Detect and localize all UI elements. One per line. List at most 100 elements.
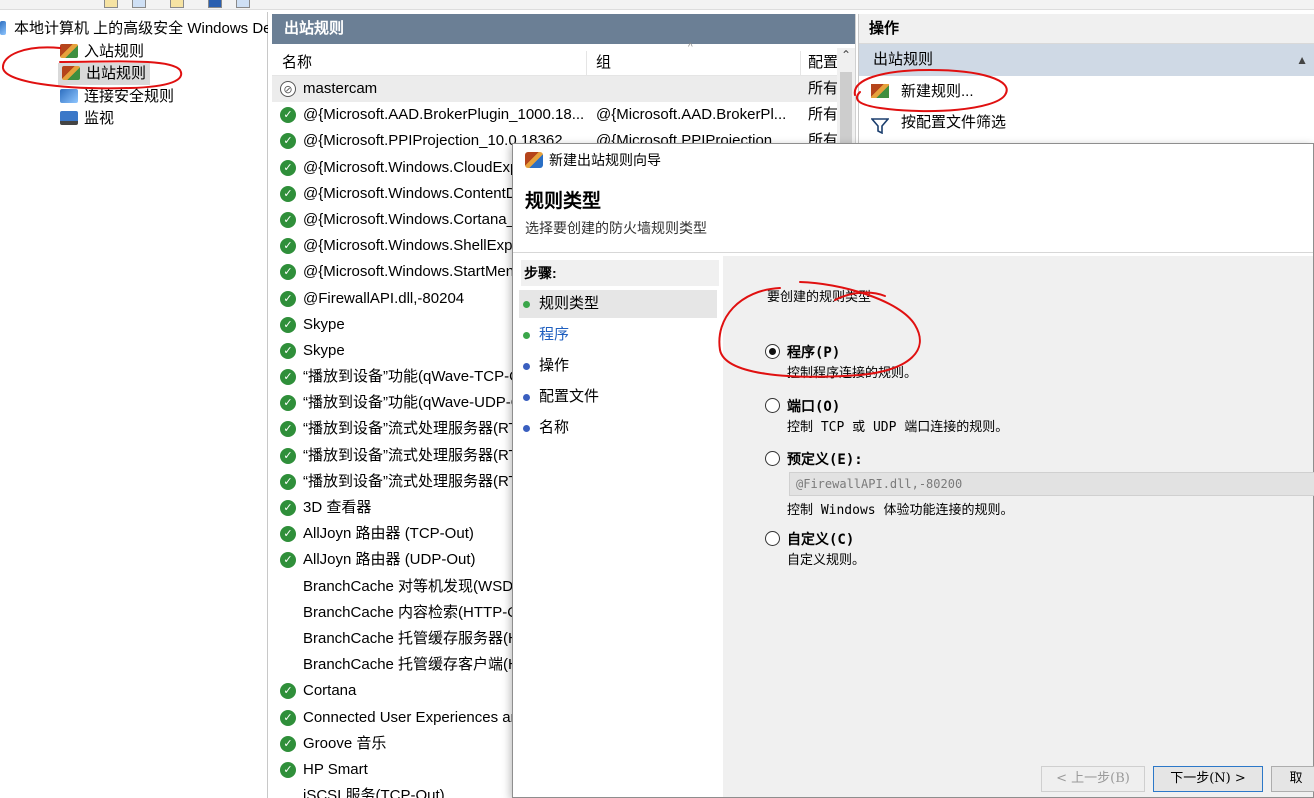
- rule-name: @{Microsoft.AAD.BrokerPlugin_1000.18...: [303, 106, 585, 124]
- rule-name: @FirewallAPI.dll,-80204: [303, 289, 465, 307]
- rule-name: BranchCache 对等机发现(WSD-Out): [303, 577, 548, 595]
- allow-icon: ✓: [280, 290, 296, 307]
- block-icon: ⊘: [280, 81, 296, 97]
- properties-icon[interactable]: [170, 0, 184, 8]
- allow-icon: ✓: [280, 735, 296, 752]
- sort-arrow-icon: ^: [688, 42, 693, 53]
- rules-panel-title: 出站规则: [272, 14, 855, 44]
- allow-icon: ✓: [280, 447, 296, 464]
- allow-icon: ✓: [280, 238, 296, 255]
- tree-item-monitoring[interactable]: 监视: [60, 108, 114, 130]
- allow-icon: ✓: [280, 421, 296, 438]
- back-button[interactable]: < 上一步(B): [1041, 766, 1145, 792]
- table-row[interactable]: ⊘ mastercam 所有: [272, 76, 855, 103]
- step-dot-icon: [523, 425, 530, 432]
- allow-icon: ✓: [280, 133, 296, 150]
- new-outbound-rule-wizard: 新建出站规则向导 规则类型 选择要创建的防火墙规则类型 步骤: 规则类型程序操作…: [512, 143, 1314, 798]
- allow-icon: ✓: [280, 526, 296, 543]
- step-label: 程序: [539, 326, 570, 343]
- allow-icon: ✓: [280, 552, 296, 569]
- step-dot-icon: [523, 394, 530, 401]
- tree-item-outbound-rules[interactable]: 出站规则: [58, 63, 151, 85]
- step-dot-icon: [523, 301, 530, 308]
- program-radio[interactable]: [765, 344, 780, 359]
- column-group[interactable]: 组: [596, 51, 611, 72]
- cancel-button[interactable]: 取: [1271, 766, 1314, 792]
- rule-profile: 所有: [808, 80, 839, 97]
- divider: [513, 252, 1313, 253]
- actions-title: 操作: [859, 14, 1314, 44]
- tree-root[interactable]: 本地计算机 上的高级安全 Windows Defender 防火墙: [0, 18, 268, 40]
- steps-title: 步骤:: [521, 260, 719, 286]
- allow-icon: ✓: [280, 395, 296, 412]
- step-0: 规则类型: [519, 290, 717, 318]
- rule-name: AllJoyn 路由器 (UDP-Out): [303, 551, 476, 569]
- actions-section-outbound[interactable]: 出站规则 ▲: [859, 44, 1314, 76]
- step-1: 程序: [519, 321, 717, 349]
- new-rule-icon: [871, 84, 889, 98]
- allow-icon: ✓: [280, 761, 296, 778]
- rule-name: Groove 音乐: [303, 734, 387, 752]
- allow-icon: ✓: [280, 473, 296, 490]
- rule-name: AllJoyn 路由器 (TCP-Out): [303, 525, 474, 543]
- step-label: 规则类型: [539, 295, 600, 312]
- allow-icon: ✓: [280, 211, 296, 228]
- rule-group: @{Microsoft.AAD.BrokerPl...: [596, 106, 787, 124]
- allow-icon: ✓: [280, 316, 296, 333]
- scroll-up-icon[interactable]: ⌃: [841, 48, 851, 62]
- allow-icon: ✓: [280, 185, 296, 202]
- scroll-thumb[interactable]: [840, 72, 852, 152]
- navigation-tree: 本地计算机 上的高级安全 Windows Defender 防火墙 入站规则 出…: [0, 12, 268, 798]
- inbound-rules-icon: [60, 44, 78, 58]
- step-3: 配置文件: [519, 383, 717, 411]
- predefined-radio[interactable]: [765, 451, 780, 466]
- allow-icon: ✓: [280, 107, 296, 124]
- next-button[interactable]: 下一步(N) >: [1153, 766, 1263, 792]
- rule-name: BranchCache 内容检索(HTTP-Out): [303, 603, 537, 621]
- wizard-subheading: 选择要创建的防火墙规则类型: [525, 220, 707, 236]
- allow-icon: ✓: [280, 500, 296, 516]
- rule-name: @{Microsoft.Windows.Cortana_...: [303, 210, 528, 228]
- step-label: 配置文件: [539, 388, 600, 405]
- step-dot-icon: [523, 332, 530, 339]
- rule-name: iSCSI 服务(TCP-Out): [303, 787, 445, 798]
- column-header-row: 名称 组 ^ 配置: [272, 42, 855, 83]
- rule-type-options: 要创建的规则类型 程序(P) 控制程序连接的规则。 端口(O) 控制 TCP 或…: [723, 256, 1314, 797]
- connection-security-icon: [60, 89, 78, 103]
- wizard-titlebar[interactable]: 新建出站规则向导: [513, 144, 1313, 176]
- step-2: 操作: [519, 352, 717, 380]
- step-4: 名称: [519, 414, 717, 442]
- column-name[interactable]: 名称: [282, 51, 312, 72]
- filter-icon: [870, 114, 890, 135]
- table-row[interactable]: ✓ @{Microsoft.AAD.BrokerPlugin_1000.18...…: [272, 102, 855, 128]
- rule-name: “播放到设备”功能(qWave-TCP-Out): [303, 368, 539, 386]
- port-radio[interactable]: [765, 398, 780, 413]
- wizard-heading: 规则类型: [525, 191, 602, 212]
- allow-icon: ✓: [280, 369, 296, 386]
- custom-radio[interactable]: [765, 531, 780, 546]
- folder-icon[interactable]: [104, 0, 118, 8]
- column-profile[interactable]: 配置: [808, 51, 838, 72]
- new-rule-action[interactable]: 新建规则...: [859, 76, 1314, 107]
- rule-name: 3D 查看器: [303, 499, 372, 516]
- rule-profile: 所有: [808, 106, 839, 124]
- view-icon[interactable]: [132, 0, 146, 8]
- tree-item-connection-security-rules[interactable]: 连接安全规则: [60, 86, 174, 108]
- step-label: 名称: [539, 419, 570, 436]
- filter-by-profile-action[interactable]: 按配置文件筛选: [859, 107, 1314, 138]
- predefined-rule-select[interactable]: @FirewallAPI.dll,-80200: [789, 472, 1314, 496]
- pane-icon[interactable]: [236, 0, 250, 8]
- allow-icon: ✓: [280, 683, 296, 700]
- help-icon[interactable]: [208, 0, 222, 8]
- step-label: 操作: [539, 357, 570, 374]
- step-dot-icon: [523, 363, 530, 370]
- wizard-steps: 步骤: 规则类型程序操作配置文件名称: [519, 256, 719, 796]
- outbound-rules-icon: [62, 66, 80, 80]
- tree-item-inbound-rules[interactable]: 入站规则: [60, 41, 144, 63]
- firewall-icon: [0, 21, 6, 35]
- rule-name: mastercam: [303, 80, 378, 97]
- collapse-icon[interactable]: ▲: [1296, 44, 1308, 76]
- firewall-icon: [525, 152, 543, 168]
- toolbar: [0, 0, 1314, 10]
- allow-icon: ✓: [280, 264, 296, 281]
